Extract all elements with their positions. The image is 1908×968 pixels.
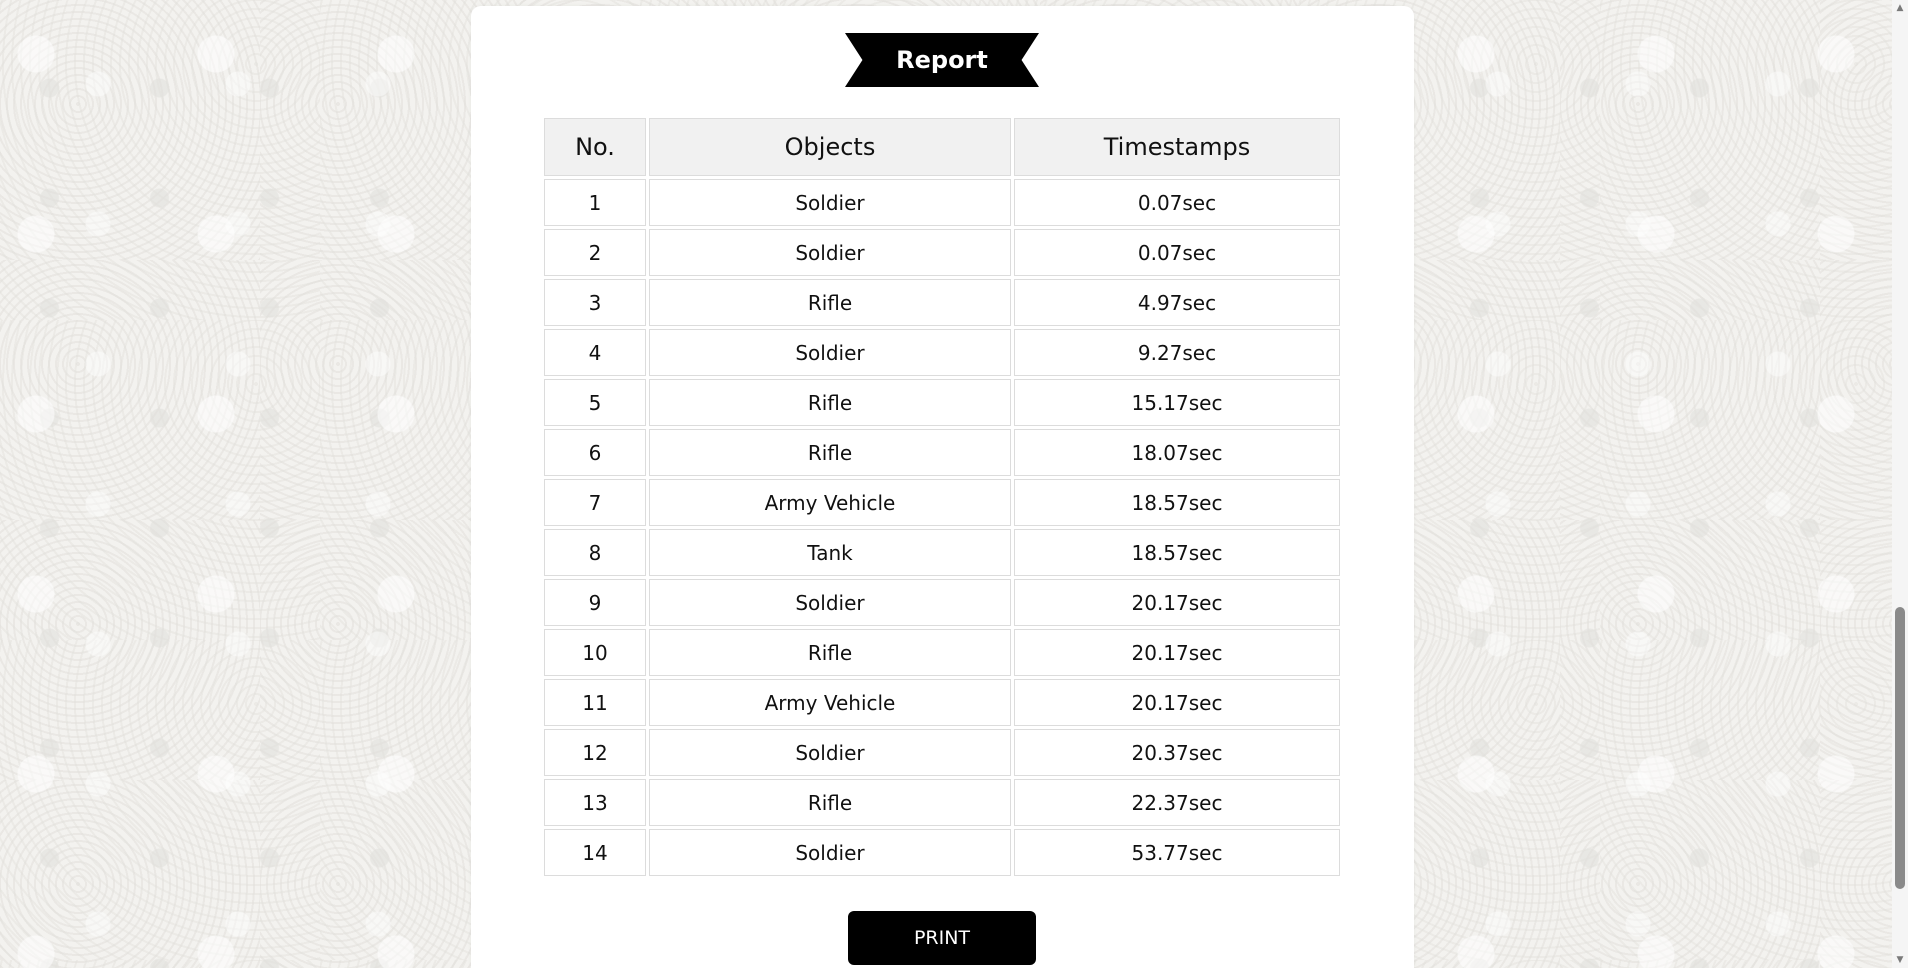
cell-no: 12: [544, 729, 646, 776]
cell-no: 14: [544, 829, 646, 876]
cell-timestamp: 18.07sec: [1014, 429, 1340, 476]
table-row: 4 Soldier 9.27sec: [544, 329, 1340, 376]
cell-no: 1: [544, 179, 646, 226]
cell-timestamp: 0.07sec: [1014, 229, 1340, 276]
table-row: 12 Soldier 20.37sec: [544, 729, 1340, 776]
chevron-down-icon[interactable]: ▼: [1892, 952, 1908, 968]
report-table: No. Objects Timestamps 1 Soldier 0.07sec 2 S…: [541, 115, 1343, 879]
print-button[interactable]: PRINT: [848, 911, 1036, 965]
cell-timestamp: 22.37sec: [1014, 779, 1340, 826]
cell-no: 10: [544, 629, 646, 676]
table-row: 3 Rifle 4.97sec: [544, 279, 1340, 326]
column-header-timestamps: Timestamps: [1014, 118, 1340, 176]
cell-object: Tank: [649, 529, 1011, 576]
cell-timestamp: 9.27sec: [1014, 329, 1340, 376]
report-panel: Report No. Objects Timestamps 1 Soldier 0.…: [471, 6, 1414, 968]
cell-timestamp: 18.57sec: [1014, 479, 1340, 526]
table-body: 1 Soldier 0.07sec 2 Soldier 0.07sec 3 Rifle 4.97…: [544, 179, 1340, 876]
column-header-objects: Objects: [649, 118, 1011, 176]
cell-object: Soldier: [649, 329, 1011, 376]
cell-timestamp: 18.57sec: [1014, 529, 1340, 576]
table-row: 13 Rifle 22.37sec: [544, 779, 1340, 826]
cell-no: 7: [544, 479, 646, 526]
cell-timestamp: 4.97sec: [1014, 279, 1340, 326]
cell-object: Army Vehicle: [649, 679, 1011, 726]
table-row: 1 Soldier 0.07sec: [544, 179, 1340, 226]
table-row: 5 Rifle 15.17sec: [544, 379, 1340, 426]
cell-object: Rifle: [649, 279, 1011, 326]
cell-no: 6: [544, 429, 646, 476]
cell-no: 4: [544, 329, 646, 376]
cell-timestamp: 20.17sec: [1014, 629, 1340, 676]
cell-timestamp: 20.37sec: [1014, 729, 1340, 776]
table-row: 11 Army Vehicle 20.17sec: [544, 679, 1340, 726]
cell-no: 8: [544, 529, 646, 576]
chevron-up-icon[interactable]: ▲: [1892, 0, 1908, 16]
cell-object: Soldier: [649, 829, 1011, 876]
report-title: Report: [896, 46, 988, 74]
cell-no: 9: [544, 579, 646, 626]
cell-no: 13: [544, 779, 646, 826]
cell-object: Soldier: [649, 729, 1011, 776]
table-row: 7 Army Vehicle 18.57sec: [544, 479, 1340, 526]
cell-timestamp: 0.07sec: [1014, 179, 1340, 226]
table-row: 2 Soldier 0.07sec: [544, 229, 1340, 276]
report-title-banner: Report: [845, 33, 1039, 87]
cell-object: Rifle: [649, 429, 1011, 476]
table-row: 8 Tank 18.57sec: [544, 529, 1340, 576]
cell-timestamp: 15.17sec: [1014, 379, 1340, 426]
column-header-no: No.: [544, 118, 646, 176]
cell-object: Rifle: [649, 379, 1011, 426]
scrollbar-thumb[interactable]: [1895, 607, 1905, 889]
cell-object: Army Vehicle: [649, 479, 1011, 526]
cell-object: Soldier: [649, 179, 1011, 226]
vertical-scrollbar[interactable]: ▲ ▼: [1892, 0, 1908, 968]
table-row: 10 Rifle 20.17sec: [544, 629, 1340, 676]
cell-no: 2: [544, 229, 646, 276]
cell-object: Rifle: [649, 779, 1011, 826]
cell-timestamp: 20.17sec: [1014, 679, 1340, 726]
cell-timestamp: 20.17sec: [1014, 579, 1340, 626]
cell-object: Rifle: [649, 629, 1011, 676]
cell-no: 3: [544, 279, 646, 326]
table-row: 6 Rifle 18.07sec: [544, 429, 1340, 476]
table-header-row: No. Objects Timestamps: [544, 118, 1340, 176]
table-row: 9 Soldier 20.17sec: [544, 579, 1340, 626]
cell-timestamp: 53.77sec: [1014, 829, 1340, 876]
table-row: 14 Soldier 53.77sec: [544, 829, 1340, 876]
cell-object: Soldier: [649, 579, 1011, 626]
cell-object: Soldier: [649, 229, 1011, 276]
cell-no: 11: [544, 679, 646, 726]
cell-no: 5: [544, 379, 646, 426]
